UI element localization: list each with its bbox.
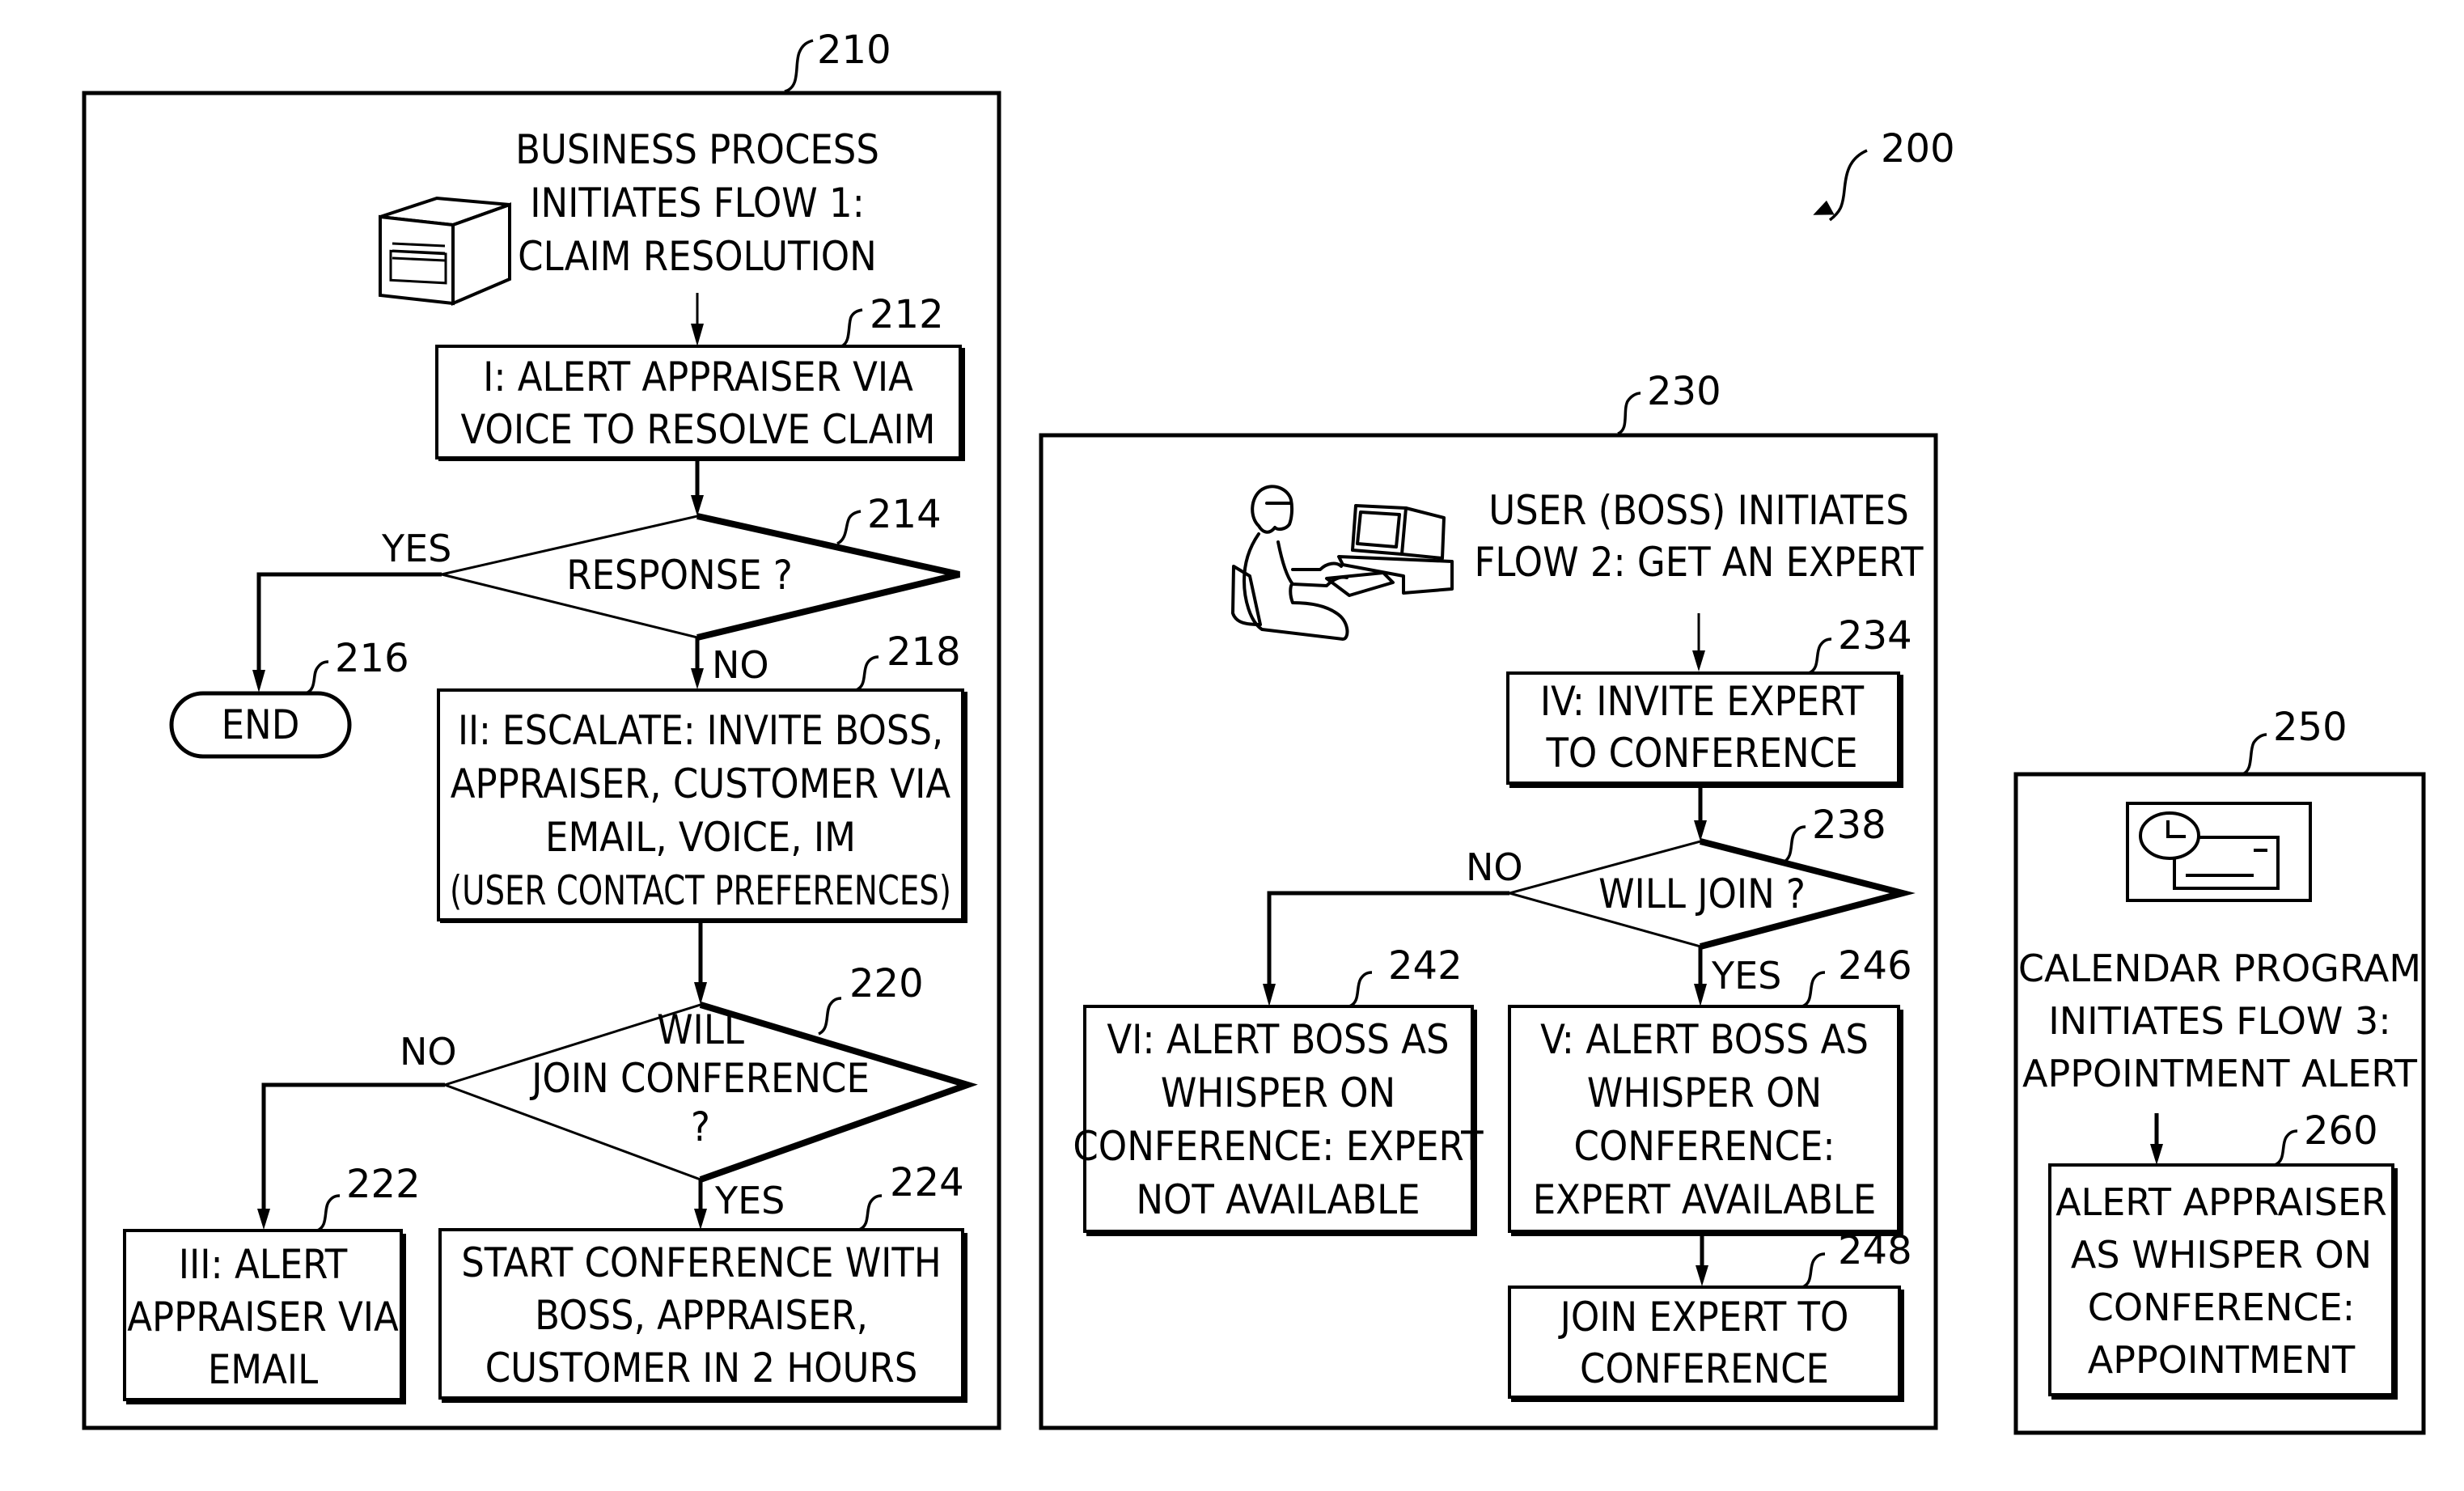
flow3-ref-label: 250: [2273, 705, 2348, 750]
end-216-ref: 216: [335, 636, 409, 681]
step-260-line-3: CONFERENCE:: [2088, 1286, 2355, 1329]
flow1-title-line-3: CLAIM RESOLUTION: [518, 233, 877, 280]
flow3-panel: 250 CALENDAR PROGRAM INITIATES FLOW 3: A…: [2013, 705, 2426, 1435]
flow3-title-line-1: CALENDAR PROGRAM: [2018, 947, 2421, 990]
flow2-panel: 230 USER (BOSS) INITIATES FLOW 2: GET AN…: [1039, 369, 1938, 1430]
decision-238-ref: 238: [1812, 803, 1886, 848]
step-246-line-4: EXPERT AVAILABLE: [1533, 1176, 1877, 1223]
flow2-ref-label: 230: [1647, 369, 1721, 414]
step-248-ref: 248: [1838, 1228, 1912, 1273]
step-218-line-4: (USER CONTACT PREFERENCES): [450, 867, 951, 914]
server-icon: [379, 196, 511, 307]
step-218-ref: 218: [887, 629, 961, 675]
figure-reference: 200: [1813, 126, 1955, 222]
flow2-ref-leader: [1617, 392, 1641, 435]
step-260-line-4: APPOINTMENT: [2088, 1338, 2356, 1382]
step-222-line-1: III: ALERT: [179, 1241, 348, 1288]
flow2-title-line-2: FLOW 2: GET AN EXPERT: [1475, 539, 1924, 586]
flow1-title-line-2: INITIATES FLOW 1:: [530, 180, 865, 227]
step-246-line-1: V: ALERT BOSS AS: [1540, 1016, 1869, 1063]
step-224-ref: 224: [890, 1160, 964, 1205]
flow1-title-line-1: BUSINESS PROCESS: [515, 126, 879, 173]
step-212-line-2: VOICE TO RESOLVE CLAIM: [461, 406, 936, 453]
step-212-ref: 212: [870, 292, 944, 337]
step-212-line-1: I: ALERT APPRAISER VIA: [483, 354, 913, 400]
step-222-ref: 222: [346, 1162, 421, 1207]
step-246-line-3: CONFERENCE:: [1573, 1123, 1835, 1170]
step-234-line-2: TO CONFERENCE: [1545, 730, 1857, 777]
step-234-line-1: IV: INVITE EXPERT: [1540, 678, 1865, 725]
step-246-ref: 246: [1838, 943, 1912, 989]
flow2-title-line-1: USER (BOSS) INITIATES: [1488, 487, 1909, 534]
flow3-ref-leader: [2242, 733, 2267, 776]
decision-220-no-label: NO: [400, 1030, 457, 1074]
step-242-ref: 242: [1388, 943, 1463, 989]
decision-214-text: RESPONSE ?: [566, 552, 793, 599]
step-224-line-3: CUSTOMER IN 2 HOURS: [485, 1345, 918, 1391]
step-218-line-1: II: ESCALATE: INVITE BOSS,: [458, 707, 943, 754]
flowchart-figure: 200 210 BUSINESS PROCESS INITIATES FLOW …: [82, 28, 2426, 1435]
decision-220-line-2: JOIN CONFERENCE: [529, 1055, 870, 1102]
end-216-text: END: [222, 701, 300, 748]
step-242-line-4: NOT AVAILABLE: [1136, 1176, 1420, 1223]
figure-ref-leader: [1828, 149, 1868, 222]
step-224-line-1: START CONFERENCE WITH: [461, 1239, 942, 1286]
decision-220-line-1: WILL: [657, 1006, 744, 1053]
step-222-line-3: EMAIL: [208, 1346, 318, 1393]
flow1-ref-label: 210: [817, 28, 891, 73]
decision-220-line-3: ?: [691, 1103, 710, 1150]
step-260-line-1: ALERT APPRAISER: [2055, 1180, 2387, 1224]
decision-214-no-label: NO: [712, 643, 769, 687]
decision-238-no-label: NO: [1466, 845, 1523, 889]
decision-238-yes-label: YES: [1711, 954, 1781, 998]
decision-214-yes-label: YES: [381, 527, 451, 570]
step-218-line-2: APPRAISER, CUSTOMER VIA: [451, 760, 951, 807]
step-224-line-2: BOSS, APPRAISER,: [535, 1292, 868, 1339]
flow1-ref-leader: [784, 39, 814, 93]
step-248-line-2: CONFERENCE: [1580, 1345, 1829, 1392]
decision-220-ref: 220: [849, 961, 924, 1006]
decision-238-text: WILL JOIN ?: [1598, 870, 1806, 917]
step-248-line-1: JOIN EXPERT TO: [1558, 1294, 1849, 1341]
figure-ref-label: 200: [1881, 126, 1955, 172]
step-222-line-2: APPRAISER VIA: [127, 1294, 399, 1341]
step-260-ref: 260: [2304, 1108, 2378, 1154]
step-242-line-3: CONFERENCE: EXPERT: [1073, 1123, 1484, 1170]
step-218-line-3: EMAIL, VOICE, IM: [545, 814, 856, 861]
step-260-line-2: AS WHISPER ON: [2071, 1233, 2372, 1277]
flow1-panel: 210 BUSINESS PROCESS INITIATES FLOW 1: C…: [82, 28, 1001, 1430]
flow3-title-line-2: INITIATES FLOW 3:: [2048, 999, 2391, 1043]
decision-220-yes-label: YES: [714, 1179, 785, 1222]
flow3-title-line-3: APPOINTMENT ALERT: [2022, 1052, 2418, 1095]
decision-214-ref: 214: [867, 492, 942, 537]
step-246-line-2: WHISPER ON: [1587, 1070, 1822, 1116]
step-234-ref: 234: [1838, 613, 1912, 659]
step-242-line-2: WHISPER ON: [1161, 1070, 1395, 1116]
step-242-line-1: VI: ALERT BOSS AS: [1107, 1016, 1449, 1063]
figure-ref-arrowhead: [1813, 200, 1835, 215]
